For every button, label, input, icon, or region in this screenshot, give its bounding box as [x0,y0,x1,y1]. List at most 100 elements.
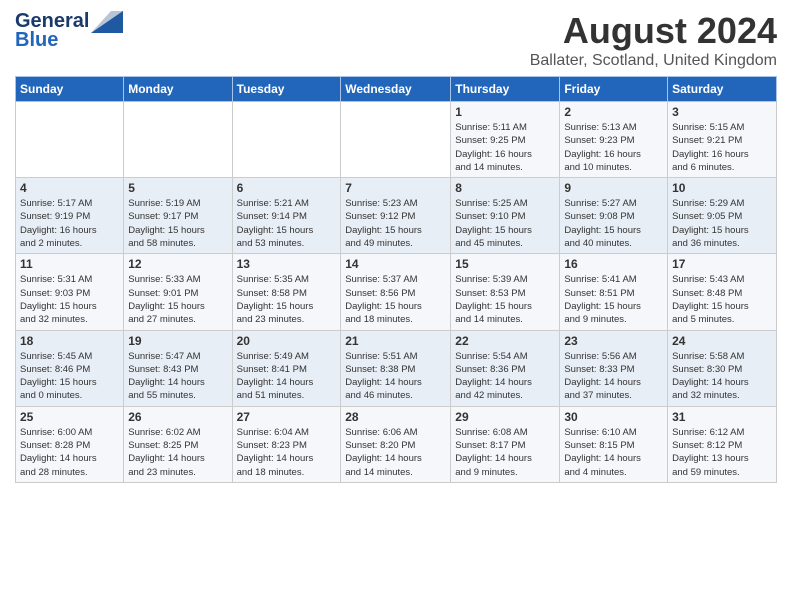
calendar-cell: 31 Sunrise: 6:12 AM Sunset: 8:12 PM Dayli… [668,406,777,482]
day-info: Sunrise: 5:35 AM Sunset: 8:58 PM Dayligh… [237,273,337,326]
calendar-cell: 21 Sunrise: 5:51 AM Sunset: 8:38 PM Dayli… [341,330,451,406]
day-info: Sunrise: 5:47 AM Sunset: 8:43 PM Dayligh… [128,350,227,403]
day-number: 7 [345,181,446,195]
calendar-week-row: 4 Sunrise: 5:17 AM Sunset: 9:19 PM Daylig… [16,178,777,254]
day-info: Sunrise: 5:17 AM Sunset: 9:19 PM Dayligh… [20,197,119,250]
calendar-week-row: 18 Sunrise: 5:45 AM Sunset: 8:46 PM Dayli… [16,330,777,406]
day-info: Sunrise: 5:33 AM Sunset: 9:01 PM Dayligh… [128,273,227,326]
day-info: Sunrise: 5:15 AM Sunset: 9:21 PM Dayligh… [672,121,772,174]
day-info: Sunrise: 5:27 AM Sunset: 9:08 PM Dayligh… [564,197,663,250]
weekday-header: Tuesday [232,77,341,102]
day-number: 30 [564,410,663,424]
day-info: Sunrise: 5:21 AM Sunset: 9:14 PM Dayligh… [237,197,337,250]
calendar-cell: 29Sunrise: 6:08 AM Sunset: 8:17 PM Dayli… [451,406,560,482]
day-info: Sunrise: 5:37 AM Sunset: 8:56 PM Dayligh… [345,273,446,326]
calendar-cell: 20 Sunrise: 5:49 AM Sunset: 8:41 PM Dayli… [232,330,341,406]
calendar-cell [16,102,124,178]
day-info: Sunrise: 6:02 AM Sunset: 8:25 PM Dayligh… [128,426,227,479]
day-number: 16 [564,257,663,271]
day-info: Sunrise: 6:00 AM Sunset: 8:28 PM Dayligh… [20,426,119,479]
day-info: Sunrise: 5:43 AM Sunset: 8:48 PM Dayligh… [672,273,772,326]
day-info: Sunrise: 6:08 AM Sunset: 8:17 PM Dayligh… [455,426,555,479]
weekday-header: Friday [560,77,668,102]
day-number: 23 [564,334,663,348]
page-subtitle: Ballater, Scotland, United Kingdom [530,52,777,70]
calendar-cell: 13Sunrise: 5:35 AM Sunset: 8:58 PM Dayli… [232,254,341,330]
calendar-cell: 15 Sunrise: 5:39 AM Sunset: 8:53 PM Dayli… [451,254,560,330]
calendar-cell: 23 Sunrise: 5:56 AM Sunset: 8:33 PM Dayli… [560,330,668,406]
day-number: 12 [128,257,227,271]
calendar-cell [124,102,232,178]
weekday-header: Monday [124,77,232,102]
calendar-cell [341,102,451,178]
weekday-header: Wednesday [341,77,451,102]
calendar-cell: 5Sunrise: 5:19 AM Sunset: 9:17 PM Daylig… [124,178,232,254]
day-number: 18 [20,334,119,348]
day-number: 10 [672,181,772,195]
day-number: 19 [128,334,227,348]
day-number: 25 [20,410,119,424]
calendar-cell: 26 Sunrise: 6:02 AM Sunset: 8:25 PM Dayli… [124,406,232,482]
day-info: Sunrise: 6:12 AM Sunset: 8:12 PM Dayligh… [672,426,772,479]
calendar-cell: 22Sunrise: 5:54 AM Sunset: 8:36 PM Dayli… [451,330,560,406]
day-number: 27 [237,410,337,424]
day-info: Sunrise: 5:11 AM Sunset: 9:25 PM Dayligh… [455,121,555,174]
calendar-cell: 25 Sunrise: 6:00 AM Sunset: 8:28 PM Dayli… [16,406,124,482]
calendar-cell: 3 Sunrise: 5:15 AM Sunset: 9:21 PM Daylig… [668,102,777,178]
day-number: 31 [672,410,772,424]
day-number: 14 [345,257,446,271]
calendar-cell: 27Sunrise: 6:04 AM Sunset: 8:23 PM Dayli… [232,406,341,482]
day-number: 20 [237,334,337,348]
day-number: 2 [564,105,663,119]
calendar-cell: 16 Sunrise: 5:41 AM Sunset: 8:51 PM Dayli… [560,254,668,330]
day-number: 28 [345,410,446,424]
page-title: August 2024 [530,10,777,52]
calendar-week-row: 25 Sunrise: 6:00 AM Sunset: 8:28 PM Dayli… [16,406,777,482]
day-number: 17 [672,257,772,271]
day-number: 21 [345,334,446,348]
day-number: 4 [20,181,119,195]
logo-icon [91,11,123,33]
weekday-header: Saturday [668,77,777,102]
calendar-cell: 4 Sunrise: 5:17 AM Sunset: 9:19 PM Daylig… [16,178,124,254]
day-number: 15 [455,257,555,271]
day-info: Sunrise: 5:29 AM Sunset: 9:05 PM Dayligh… [672,197,772,250]
calendar-cell: 6Sunrise: 5:21 AM Sunset: 9:14 PM Daylig… [232,178,341,254]
day-info: Sunrise: 5:51 AM Sunset: 8:38 PM Dayligh… [345,350,446,403]
calendar-table: SundayMondayTuesdayWednesdayThursdayFrid… [15,76,777,483]
day-info: Sunrise: 5:49 AM Sunset: 8:41 PM Dayligh… [237,350,337,403]
calendar-week-row: 11Sunrise: 5:31 AM Sunset: 9:03 PM Dayli… [16,254,777,330]
calendar-cell: 7 Sunrise: 5:23 AM Sunset: 9:12 PM Daylig… [341,178,451,254]
calendar-cell: 14 Sunrise: 5:37 AM Sunset: 8:56 PM Dayli… [341,254,451,330]
day-number: 9 [564,181,663,195]
day-number: 3 [672,105,772,119]
day-info: Sunrise: 6:10 AM Sunset: 8:15 PM Dayligh… [564,426,663,479]
day-info: Sunrise: 5:39 AM Sunset: 8:53 PM Dayligh… [455,273,555,326]
calendar-cell: 28 Sunrise: 6:06 AM Sunset: 8:20 PM Dayli… [341,406,451,482]
title-block: August 2024 Ballater, Scotland, United K… [530,10,777,70]
day-info: Sunrise: 5:45 AM Sunset: 8:46 PM Dayligh… [20,350,119,403]
calendar-week-row: 1 Sunrise: 5:11 AM Sunset: 9:25 PM Daylig… [16,102,777,178]
calendar-cell: 9 Sunrise: 5:27 AM Sunset: 9:08 PM Daylig… [560,178,668,254]
weekday-header: Thursday [451,77,560,102]
day-number: 24 [672,334,772,348]
weekday-header: Sunday [16,77,124,102]
calendar-cell: 24 Sunrise: 5:58 AM Sunset: 8:30 PM Dayli… [668,330,777,406]
calendar-cell: 10 Sunrise: 5:29 AM Sunset: 9:05 PM Dayli… [668,178,777,254]
day-info: Sunrise: 5:41 AM Sunset: 8:51 PM Dayligh… [564,273,663,326]
day-info: Sunrise: 6:06 AM Sunset: 8:20 PM Dayligh… [345,426,446,479]
day-info: Sunrise: 5:23 AM Sunset: 9:12 PM Dayligh… [345,197,446,250]
day-info: Sunrise: 5:19 AM Sunset: 9:17 PM Dayligh… [128,197,227,250]
calendar-cell: 12 Sunrise: 5:33 AM Sunset: 9:01 PM Dayli… [124,254,232,330]
day-info: Sunrise: 5:58 AM Sunset: 8:30 PM Dayligh… [672,350,772,403]
day-number: 22 [455,334,555,348]
day-number: 1 [455,105,555,119]
calendar-cell: 11Sunrise: 5:31 AM Sunset: 9:03 PM Dayli… [16,254,124,330]
page-header: General Blue August 2024 Ballater, Scotl… [15,10,777,70]
day-info: Sunrise: 5:31 AM Sunset: 9:03 PM Dayligh… [20,273,119,326]
calendar-header-row: SundayMondayTuesdayWednesdayThursdayFrid… [16,77,777,102]
calendar-cell: 17 Sunrise: 5:43 AM Sunset: 8:48 PM Dayli… [668,254,777,330]
day-number: 26 [128,410,227,424]
calendar-cell: 2Sunrise: 5:13 AM Sunset: 9:23 PM Daylig… [560,102,668,178]
day-info: Sunrise: 5:56 AM Sunset: 8:33 PM Dayligh… [564,350,663,403]
